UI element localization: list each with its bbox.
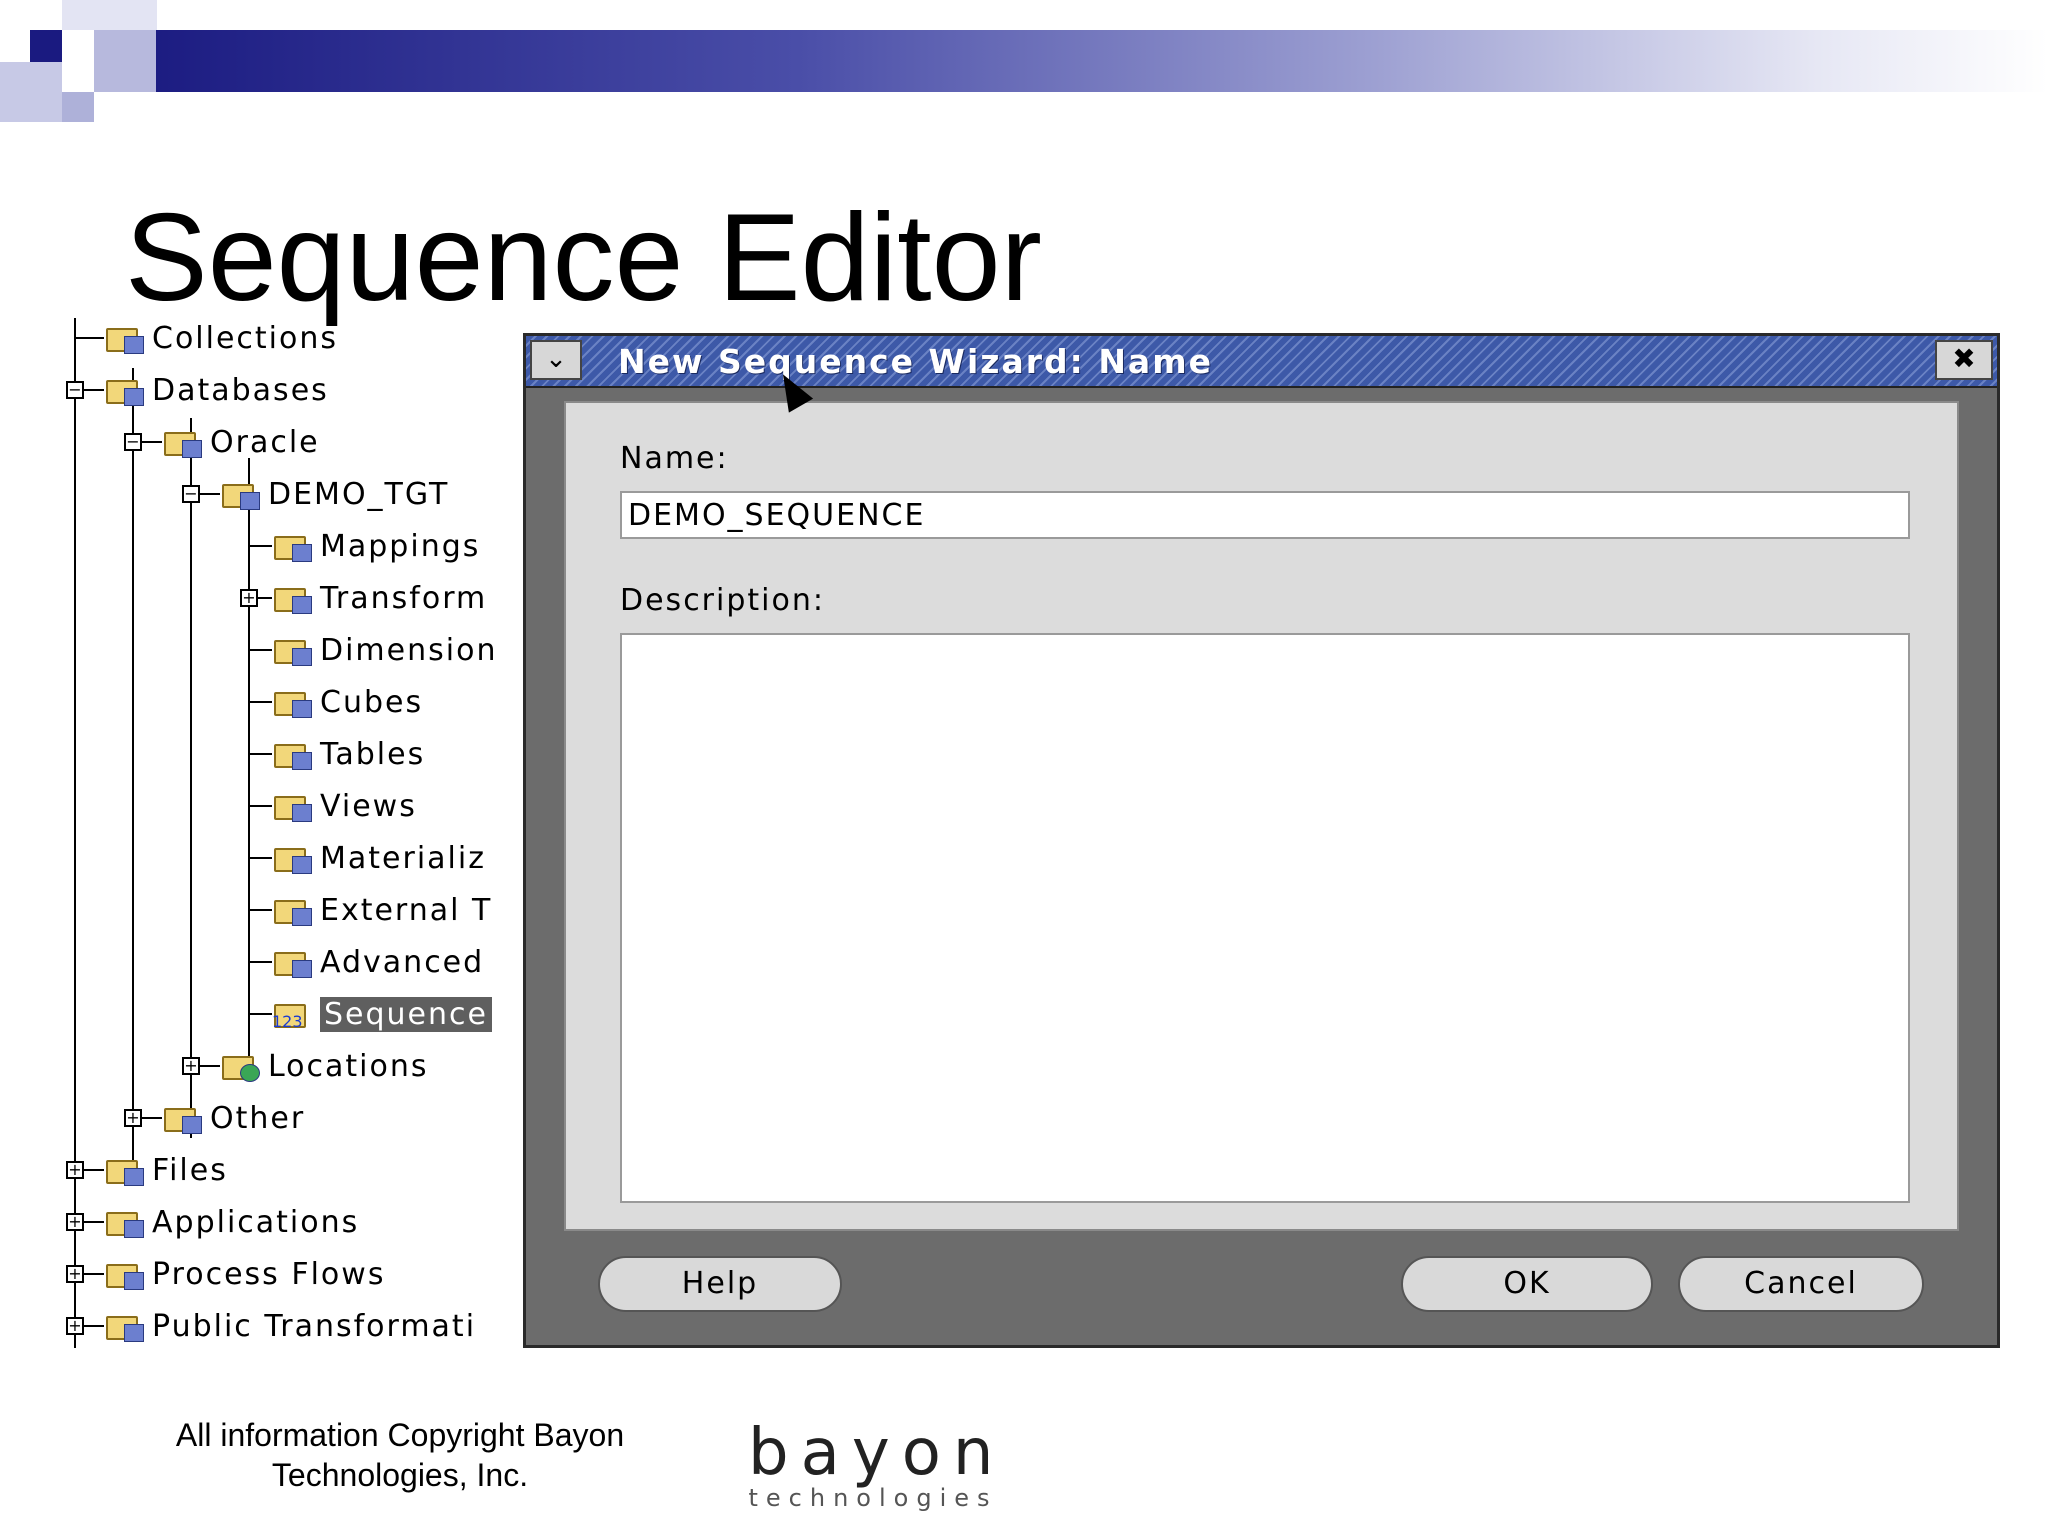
folder-materialized-view-icon (272, 842, 312, 874)
tree-item-views[interactable]: Views (250, 786, 417, 826)
folder-applications-icon (104, 1206, 144, 1238)
expand-icon[interactable]: + (66, 1161, 84, 1179)
tree-item-demo-tgt[interactable]: − DEMO_TGT (182, 474, 449, 514)
tree-item-materialized-views[interactable]: Materializ (250, 838, 486, 878)
name-label: Name: (620, 441, 729, 476)
folder-sequence-icon: 123 (272, 998, 312, 1031)
folder-database-icon (162, 426, 202, 458)
folder-external-table-icon (272, 894, 312, 926)
tree-item-advanced-queues[interactable]: Advanced (250, 942, 484, 982)
expand-icon[interactable]: + (240, 589, 258, 607)
description-textarea[interactable] (620, 633, 1910, 1203)
folder-database-icon (162, 1102, 202, 1134)
tree-item-transformations[interactable]: + Transform (240, 578, 487, 618)
folder-mappings-icon (272, 530, 312, 562)
header-band (125, 30, 2048, 92)
dialog-content-panel: Name: Description: (564, 401, 1959, 1231)
help-button[interactable]: Help (598, 1256, 842, 1312)
header-square (62, 0, 157, 30)
tree-item-public-transformations[interactable]: + Public Transformati (66, 1306, 476, 1346)
folder-process-flow-icon (104, 1258, 144, 1290)
tree-item-process-flows[interactable]: + Process Flows (66, 1254, 385, 1294)
tree-item-locations[interactable]: + Locations (182, 1046, 429, 1086)
project-tree: Collections − Databases − Oracle − DEMO_… (50, 318, 530, 1348)
cancel-button[interactable]: Cancel (1678, 1256, 1924, 1312)
header-square (62, 92, 94, 122)
collapse-icon[interactable]: − (124, 433, 142, 451)
dialog-title-bar[interactable]: ⌄ New Sequence Wizard: Name ✖ (526, 336, 1997, 388)
folder-transform-icon (272, 582, 312, 614)
folder-database-icon (104, 374, 144, 406)
collapse-icon[interactable]: − (182, 485, 200, 503)
folder-files-icon (104, 1154, 144, 1186)
tree-item-tables[interactable]: Tables (250, 734, 425, 774)
name-input[interactable] (620, 491, 1910, 539)
tree-item-databases[interactable]: − Databases (66, 370, 329, 410)
tree-item-other[interactable]: + Other (124, 1098, 305, 1138)
folder-dimension-icon (272, 634, 312, 666)
folder-table-icon (272, 738, 312, 770)
tree-item-mappings[interactable]: Mappings (250, 526, 480, 566)
close-icon[interactable]: ✖ (1935, 340, 1993, 380)
tree-item-oracle[interactable]: − Oracle (124, 422, 320, 462)
tree-item-collections[interactable]: Collections (76, 318, 338, 358)
tree-item-applications[interactable]: + Applications (66, 1202, 359, 1242)
folder-cube-icon (272, 686, 312, 718)
dialog-title: New Sequence Wizard: Name (618, 342, 1213, 381)
copyright-text: All information Copyright Bayon Technolo… (175, 1417, 625, 1493)
slide-title: Sequence Editor (125, 189, 1042, 327)
header-square (30, 30, 62, 62)
header-square (62, 30, 94, 92)
expand-icon[interactable]: + (182, 1057, 200, 1075)
folder-location-icon (220, 1050, 260, 1082)
module-icon (220, 478, 260, 510)
new-sequence-wizard-dialog: ⌄ New Sequence Wizard: Name ✖ Name: Desc… (523, 333, 2000, 1348)
description-label: Description: (620, 583, 825, 618)
tree-item-files[interactable]: + Files (66, 1150, 228, 1190)
tree-item-sequences[interactable]: 123 Sequence (250, 994, 492, 1034)
expand-icon[interactable]: + (66, 1265, 84, 1283)
expand-icon[interactable]: + (124, 1109, 142, 1127)
collapse-icon[interactable]: − (66, 381, 84, 399)
ok-button[interactable]: OK (1401, 1256, 1653, 1312)
folder-collections-icon (104, 322, 144, 354)
bayon-logo: bayon technologies (748, 1420, 998, 1510)
logo-sub: technologies (748, 1484, 998, 1512)
folder-queue-icon (272, 946, 312, 978)
logo-main: bayon (748, 1416, 1006, 1490)
header-square (94, 30, 156, 92)
expand-icon[interactable]: + (66, 1317, 84, 1335)
tree-item-dimensions[interactable]: Dimension (250, 630, 497, 670)
header-square (0, 62, 62, 122)
folder-public-transform-icon (104, 1310, 144, 1342)
chevron-down-icon[interactable]: ⌄ (530, 340, 582, 380)
tree-item-cubes[interactable]: Cubes (250, 682, 423, 722)
expand-icon[interactable]: + (66, 1213, 84, 1231)
tree-item-external-tables[interactable]: External T (250, 890, 492, 930)
folder-view-icon (272, 790, 312, 822)
